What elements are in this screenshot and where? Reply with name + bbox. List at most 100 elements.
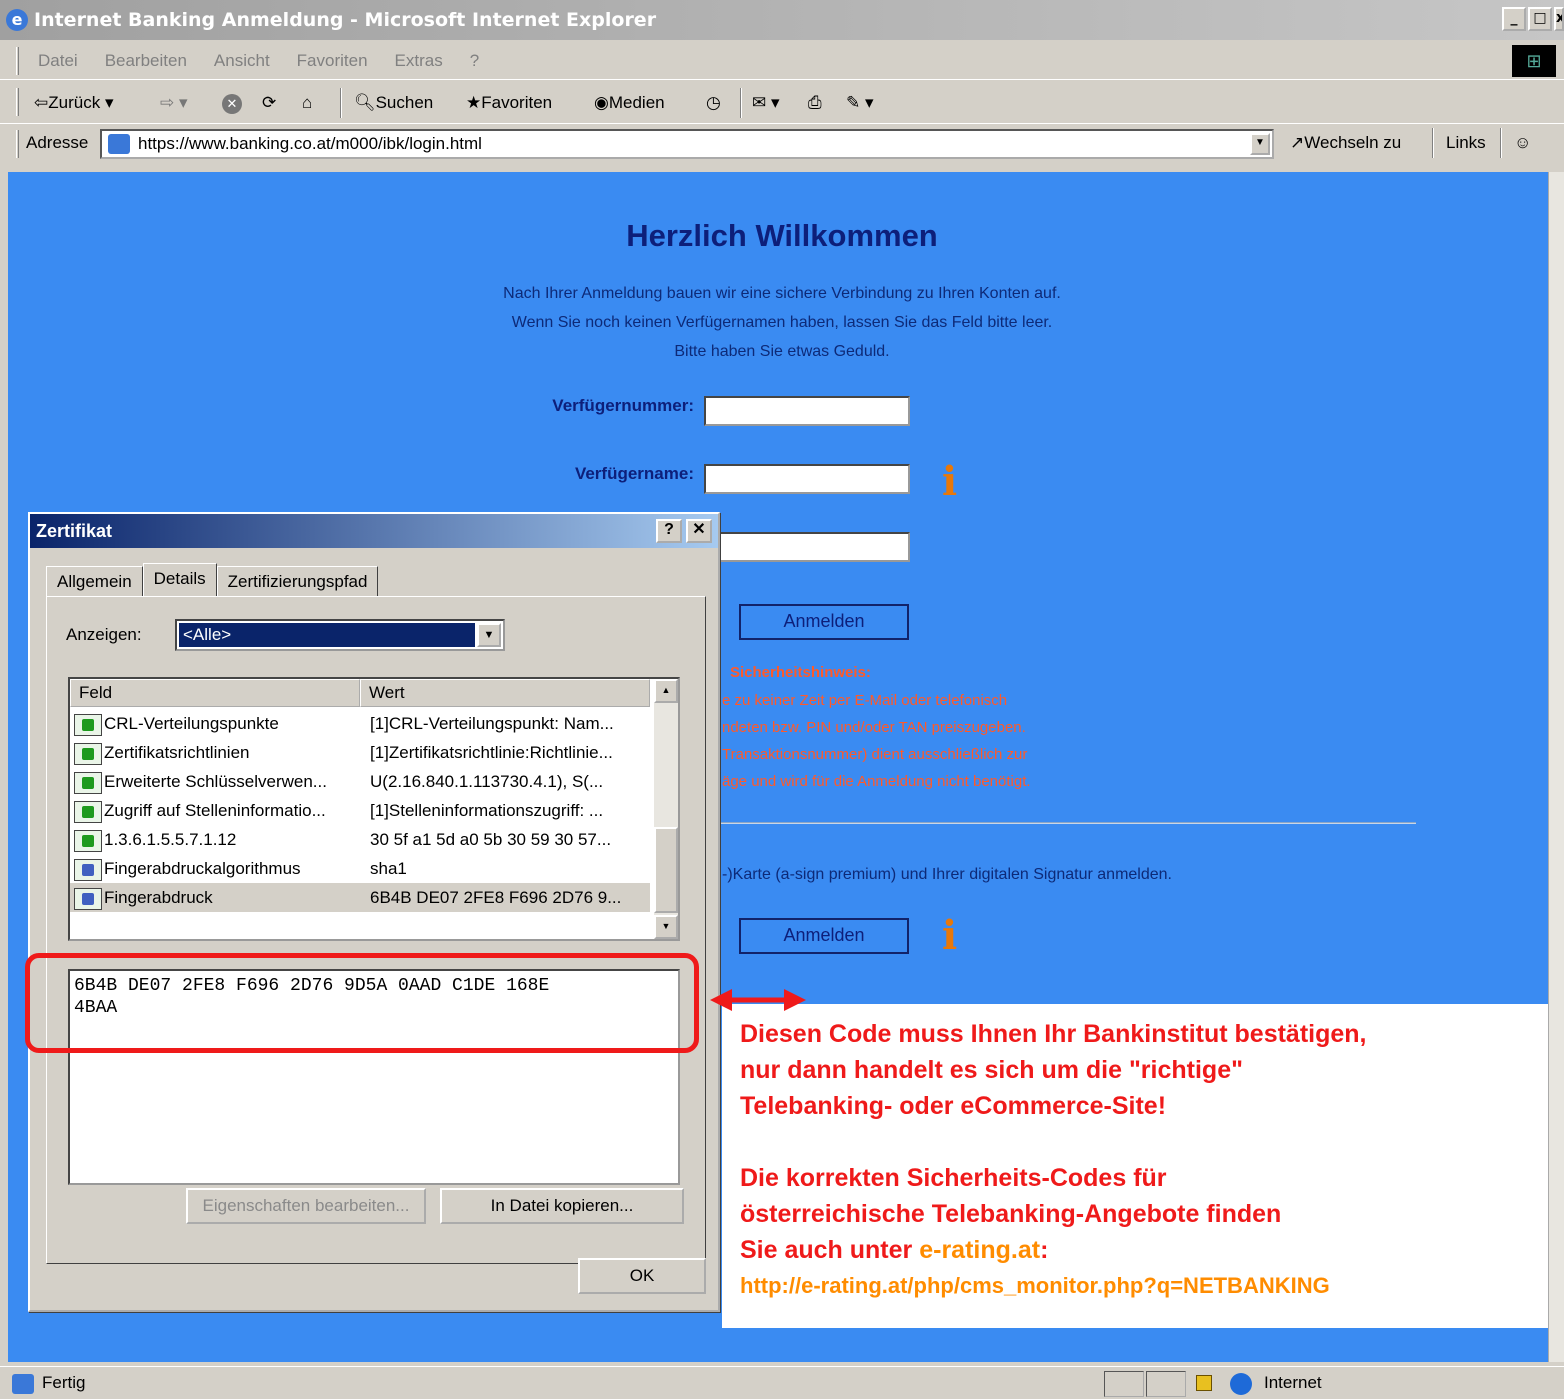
dialog-title: Zertifikat xyxy=(36,521,113,541)
info-icon[interactable]: i xyxy=(942,458,957,505)
annotation-suffix: : xyxy=(1040,1236,1049,1264)
copy-to-file-button[interactable]: In Datei kopieren... xyxy=(440,1188,684,1224)
annotation-prefix: Sie auch unter xyxy=(740,1236,920,1264)
menu-ansicht[interactable]: Ansicht xyxy=(214,51,270,71)
e-rating-link[interactable]: e-rating.at xyxy=(919,1236,1040,1264)
stop-button[interactable]: ✕ xyxy=(222,90,244,116)
maximize-button[interactable]: □ xyxy=(1528,7,1552,31)
list-item[interactable]: Erweiterte Schlüsselverwen... U(2.16.840.… xyxy=(70,767,650,796)
toolbar-grip[interactable] xyxy=(16,47,19,75)
menu-favoriten[interactable]: Favoriten xyxy=(297,51,368,71)
home-button[interactable]: ⌂ xyxy=(302,90,312,116)
extension-icon xyxy=(74,743,102,765)
tab-allgemein[interactable]: Allgemein xyxy=(46,566,143,596)
menu-help[interactable]: ? xyxy=(470,51,479,71)
list-scrollbar[interactable]: ▲ ▼ xyxy=(654,679,678,939)
messenger-button[interactable]: ☺ xyxy=(1514,130,1531,156)
address-input[interactable]: https://www.banking.co.at/m000/ibk/login… xyxy=(100,129,1274,159)
close-button[interactable]: ✕ xyxy=(686,519,712,543)
dropdown-arrow-icon[interactable]: ▼ xyxy=(477,623,501,647)
stop-icon: ✕ xyxy=(222,93,242,114)
globe-icon xyxy=(1230,1373,1252,1395)
mail-button[interactable]: ✉ ▾ xyxy=(752,90,780,116)
status-cell xyxy=(1146,1371,1186,1397)
verfuegernummer-input[interactable] xyxy=(704,396,910,426)
property-icon xyxy=(74,888,102,910)
field-name: Fingerabdruckalgorithmus xyxy=(104,859,301,878)
print-button[interactable]: ⎙ xyxy=(808,90,822,116)
verfuegernummer-label: Verfügernummer: xyxy=(552,396,694,415)
refresh-button[interactable]: ⟳ xyxy=(262,90,276,116)
info-icon[interactable]: i xyxy=(942,912,957,959)
annotation-line-1: Diesen Code muss Ihnen Ihr Bankinstitut … xyxy=(740,1020,1367,1048)
verfuegername-input[interactable] xyxy=(704,464,910,494)
page-icon xyxy=(12,1374,34,1394)
go-button[interactable]: ↗Wechseln zu xyxy=(1290,133,1401,153)
menu-extras[interactable]: Extras xyxy=(395,51,443,71)
zone-label: Internet xyxy=(1264,1373,1322,1392)
forward-arrow-icon: ⇨ xyxy=(160,93,175,112)
pin-input[interactable] xyxy=(704,532,910,562)
search-button[interactable]: 🔍︎Suchen xyxy=(354,90,433,116)
toolbar-grip[interactable] xyxy=(16,130,19,158)
lock-icon[interactable] xyxy=(1196,1375,1212,1391)
toolbar-separator xyxy=(1500,128,1502,158)
address-dropdown-button[interactable]: ▼ xyxy=(1250,133,1270,155)
history-button[interactable]: ◷ xyxy=(706,90,721,116)
list-item[interactable]: Zugriff auf Stelleninformatio... [1]Stell… xyxy=(70,796,650,825)
annotation-url[interactable]: http://e-rating.at/php/cms_monitor.php?q… xyxy=(740,1268,1367,1304)
security-zone[interactable]: Internet xyxy=(1230,1373,1322,1395)
list-item[interactable]: CRL-Verteilungspunkte [1]CRL-Verteilungsp… xyxy=(70,709,650,738)
extension-icon xyxy=(74,801,102,823)
card-login-button[interactable]: Anmelden xyxy=(739,918,909,954)
field-value: [1]Zertifikatsrichtlinie:Richtlinie... xyxy=(370,743,613,762)
minimize-button[interactable]: _ xyxy=(1502,7,1526,31)
login-button[interactable]: Anmelden xyxy=(739,604,909,640)
field-value: [1]Stelleninformationszugriff: ... xyxy=(370,801,604,820)
page-icon xyxy=(108,134,130,154)
show-select-value: <Alle> xyxy=(179,623,475,647)
tab-details[interactable]: Details xyxy=(142,563,217,597)
close-window-button[interactable]: x xyxy=(1554,7,1564,31)
list-item[interactable]: 1.3.6.1.5.5.7.1.12 30 5f a1 5d a0 5b 30 5… xyxy=(70,825,650,854)
favorites-icon: ★ xyxy=(466,93,482,112)
list-item[interactable]: Fingerabdruck 6B4B DE07 2FE8 F696 2D76 9.… xyxy=(70,883,650,912)
annotation-line-5: österreichische Telebanking-Angebote fin… xyxy=(740,1200,1282,1228)
window-titlebar: e Internet Banking Anmeldung - Microsoft… xyxy=(0,0,1564,40)
media-button[interactable]: ◉Medien xyxy=(594,90,665,116)
column-header-feld[interactable]: Feld xyxy=(70,679,360,707)
list-item[interactable]: Zertifikatsrichtlinien [1]Zertifikatsrich… xyxy=(70,738,650,767)
links-button[interactable]: Links xyxy=(1446,133,1486,153)
ok-button[interactable]: OK xyxy=(578,1258,706,1294)
favorites-button[interactable]: ★Favoriten xyxy=(466,90,552,116)
field-name: 1.3.6.1.5.5.7.1.12 xyxy=(104,830,237,849)
dialog-titlebar: Zertifikat ? ✕ xyxy=(30,514,718,548)
annotation-line-3: Telebanking- oder eCommerce-Site! xyxy=(740,1092,1167,1120)
show-select[interactable]: <Alle> ▼ xyxy=(175,619,505,651)
back-button[interactable]: ⇦Zurück ▾ xyxy=(34,90,114,116)
edit-button[interactable]: ✎ ▾ xyxy=(846,90,874,116)
fields-list[interactable]: Feld Wert CRL-Verteilungspunkte [1]CRL-Ve… xyxy=(68,677,680,941)
refresh-icon: ⟳ xyxy=(262,93,277,112)
help-button[interactable]: ? xyxy=(656,519,682,543)
scroll-down-button[interactable]: ▼ xyxy=(654,915,678,939)
menu-bearbeiten[interactable]: Bearbeiten xyxy=(105,51,187,71)
annotation-box: Diesen Code muss Ihnen Ihr Bankinstitut … xyxy=(722,1004,1548,1328)
scroll-up-button[interactable]: ▲ xyxy=(654,679,678,703)
search-icon: 🔍︎ xyxy=(354,93,376,112)
column-header-wert[interactable]: Wert xyxy=(360,679,650,707)
menu-datei[interactable]: Datei xyxy=(38,51,78,71)
toolbar-grip[interactable] xyxy=(16,88,19,116)
certificate-dialog: Zertifikat ? ✕ Allgemein Details Zertifi… xyxy=(28,512,720,1312)
forward-button[interactable]: ⇨ ▾ xyxy=(160,90,188,116)
list-item[interactable]: Fingerabdruckalgorithmus sha1 xyxy=(70,854,650,883)
back-arrow-icon: ⇦ xyxy=(34,93,49,112)
property-icon xyxy=(74,859,102,881)
address-label: Adresse xyxy=(26,133,89,152)
extension-icon xyxy=(74,830,102,852)
scroll-thumb[interactable] xyxy=(654,827,678,913)
tab-zertifizierungspfad[interactable]: Zertifizierungspfad xyxy=(216,566,379,596)
edit-icon: ✎ xyxy=(846,93,861,112)
history-icon: ◷ xyxy=(706,93,721,112)
edit-properties-button[interactable]: Eigenschaften bearbeiten... xyxy=(186,1188,426,1224)
